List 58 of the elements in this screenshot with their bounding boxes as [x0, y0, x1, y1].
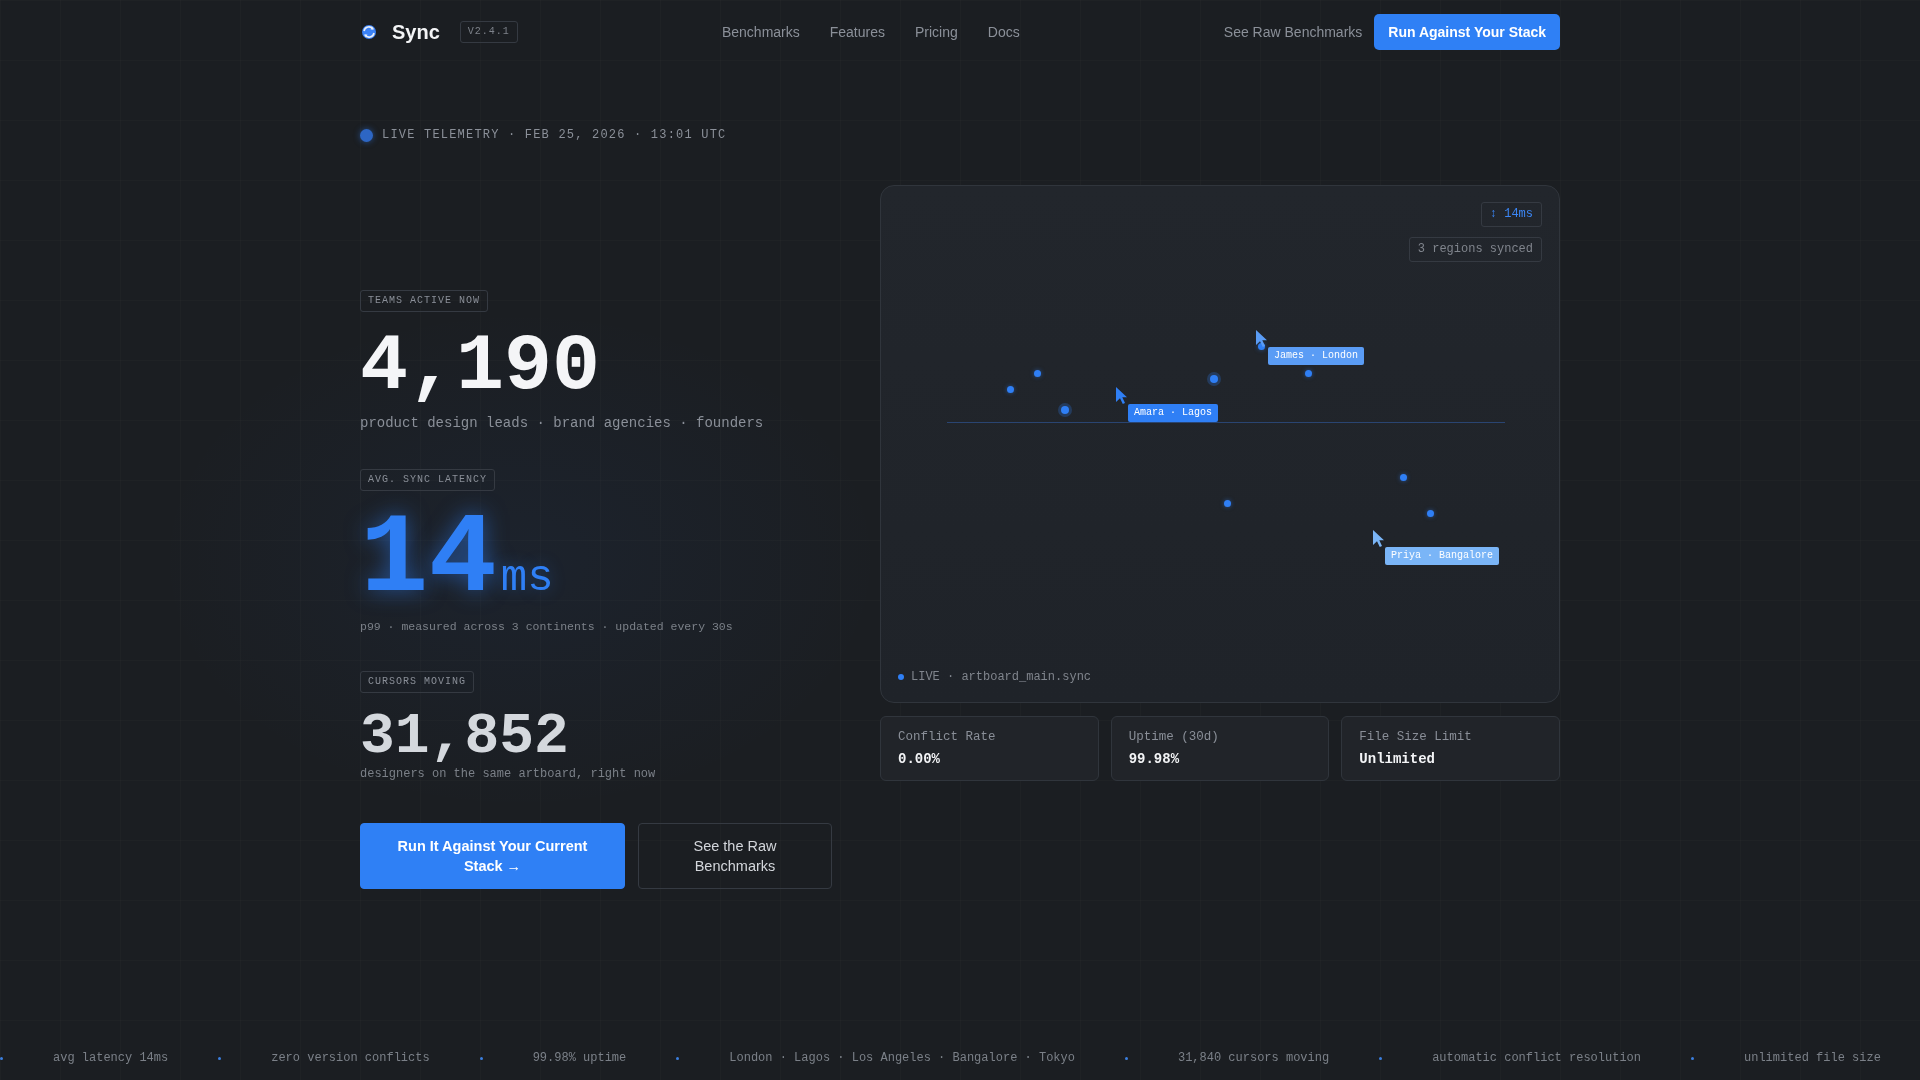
canvas-dot-icon	[1007, 386, 1014, 393]
separator-dot-icon	[0, 1056, 3, 1060]
cursor-name-label: Priya · Bangalore	[1385, 547, 1500, 565]
separator-dot-icon	[1379, 1056, 1383, 1060]
separator-dot-icon	[218, 1056, 222, 1060]
canvas-dot-icon	[1400, 474, 1407, 481]
nav-link[interactable]: Docs	[987, 24, 1020, 40]
live-status-dot-icon	[360, 128, 373, 142]
run-stack-button[interactable]: Run It Against Your Current Stack →	[360, 823, 625, 889]
ticker-item: unlimited file size	[1744, 1051, 1881, 1065]
canvas-dot-icon	[1034, 370, 1041, 377]
canvas-dot-icon	[1427, 510, 1434, 517]
stat-label: Conflict Rate	[898, 729, 997, 746]
metric-label: TEAMS ACTIVE NOW	[360, 290, 488, 312]
ticker-item: 99.98% uptime	[532, 1051, 627, 1065]
ticker-item: zero version conflicts	[271, 1051, 430, 1065]
artboard-file-label: LIVE · artboard_main.sync	[911, 669, 1092, 685]
cursor-name-label: James · London	[1268, 347, 1364, 365]
canvas-dot-icon	[1061, 406, 1069, 414]
ticker-item: London · Lagos · Los Angeles · Bangalore · Tokyo	[729, 1051, 1075, 1065]
separator-dot-icon	[676, 1056, 680, 1060]
metric-unit: ms	[500, 556, 554, 600]
nav-link[interactable]: Pricing	[915, 24, 958, 40]
raw-benchmarks-link[interactable]: See Raw Benchmarks	[1223, 24, 1363, 40]
stat-value: 99.98%	[1128, 750, 1181, 768]
metric-label: CURSORS MOVING	[360, 671, 474, 693]
live-dot-icon	[898, 674, 904, 680]
version-label: V2.4.1	[459, 21, 518, 43]
raw-benchmarks-button[interactable]: See the Raw Benchmarks	[638, 823, 832, 889]
nav-link[interactable]: Features	[829, 24, 885, 40]
metric-value: 31,852	[360, 708, 569, 766]
stat-value: 0.00%	[898, 750, 941, 768]
cursor-name-label: Amara · Lagos	[1128, 404, 1218, 422]
logo-icon	[360, 23, 378, 41]
metric-caption: p99 · measured across 3 continents · updated every 30s	[360, 619, 733, 635]
separator-dot-icon	[1691, 1056, 1694, 1060]
latency-badge: ↕ 14ms	[1480, 202, 1542, 227]
telemetry-text: LIVE TELEMETRY · FEB 25, 2026 · 13:01 UTC	[382, 128, 727, 142]
canvas-dot-icon	[1224, 500, 1231, 507]
regions-badge: 3 regions synced	[1408, 237, 1542, 262]
brand-name: Sync	[392, 20, 440, 44]
separator-dot-icon	[1124, 1056, 1128, 1060]
metric-value: 14	[360, 503, 497, 617]
run-against-stack-button[interactable]: Run Against Your Stack	[1374, 14, 1560, 50]
stat-value: Unlimited	[1359, 750, 1436, 768]
ticker-item: avg latency 14ms	[53, 1051, 169, 1065]
separator-dot-icon	[479, 1056, 483, 1060]
ticker-item: automatic conflict resolution	[1432, 1051, 1641, 1065]
metric-label: AVG. SYNC LATENCY	[360, 469, 496, 491]
canvas-dot-icon	[1305, 370, 1312, 377]
metric-caption: designers on the same artboard, right now	[360, 766, 656, 782]
metric-caption: product design leads · brand agencies · founders	[360, 414, 764, 433]
nav-link[interactable]: Benchmarks	[721, 24, 800, 40]
metric-value: 4,190	[360, 327, 601, 407]
canvas-dot-icon	[1210, 375, 1218, 383]
stat-label: File Size Limit	[1359, 729, 1473, 746]
ticker-item: 31,840 cursors moving	[1177, 1051, 1330, 1065]
stat-label: Uptime (30d)	[1128, 729, 1220, 746]
